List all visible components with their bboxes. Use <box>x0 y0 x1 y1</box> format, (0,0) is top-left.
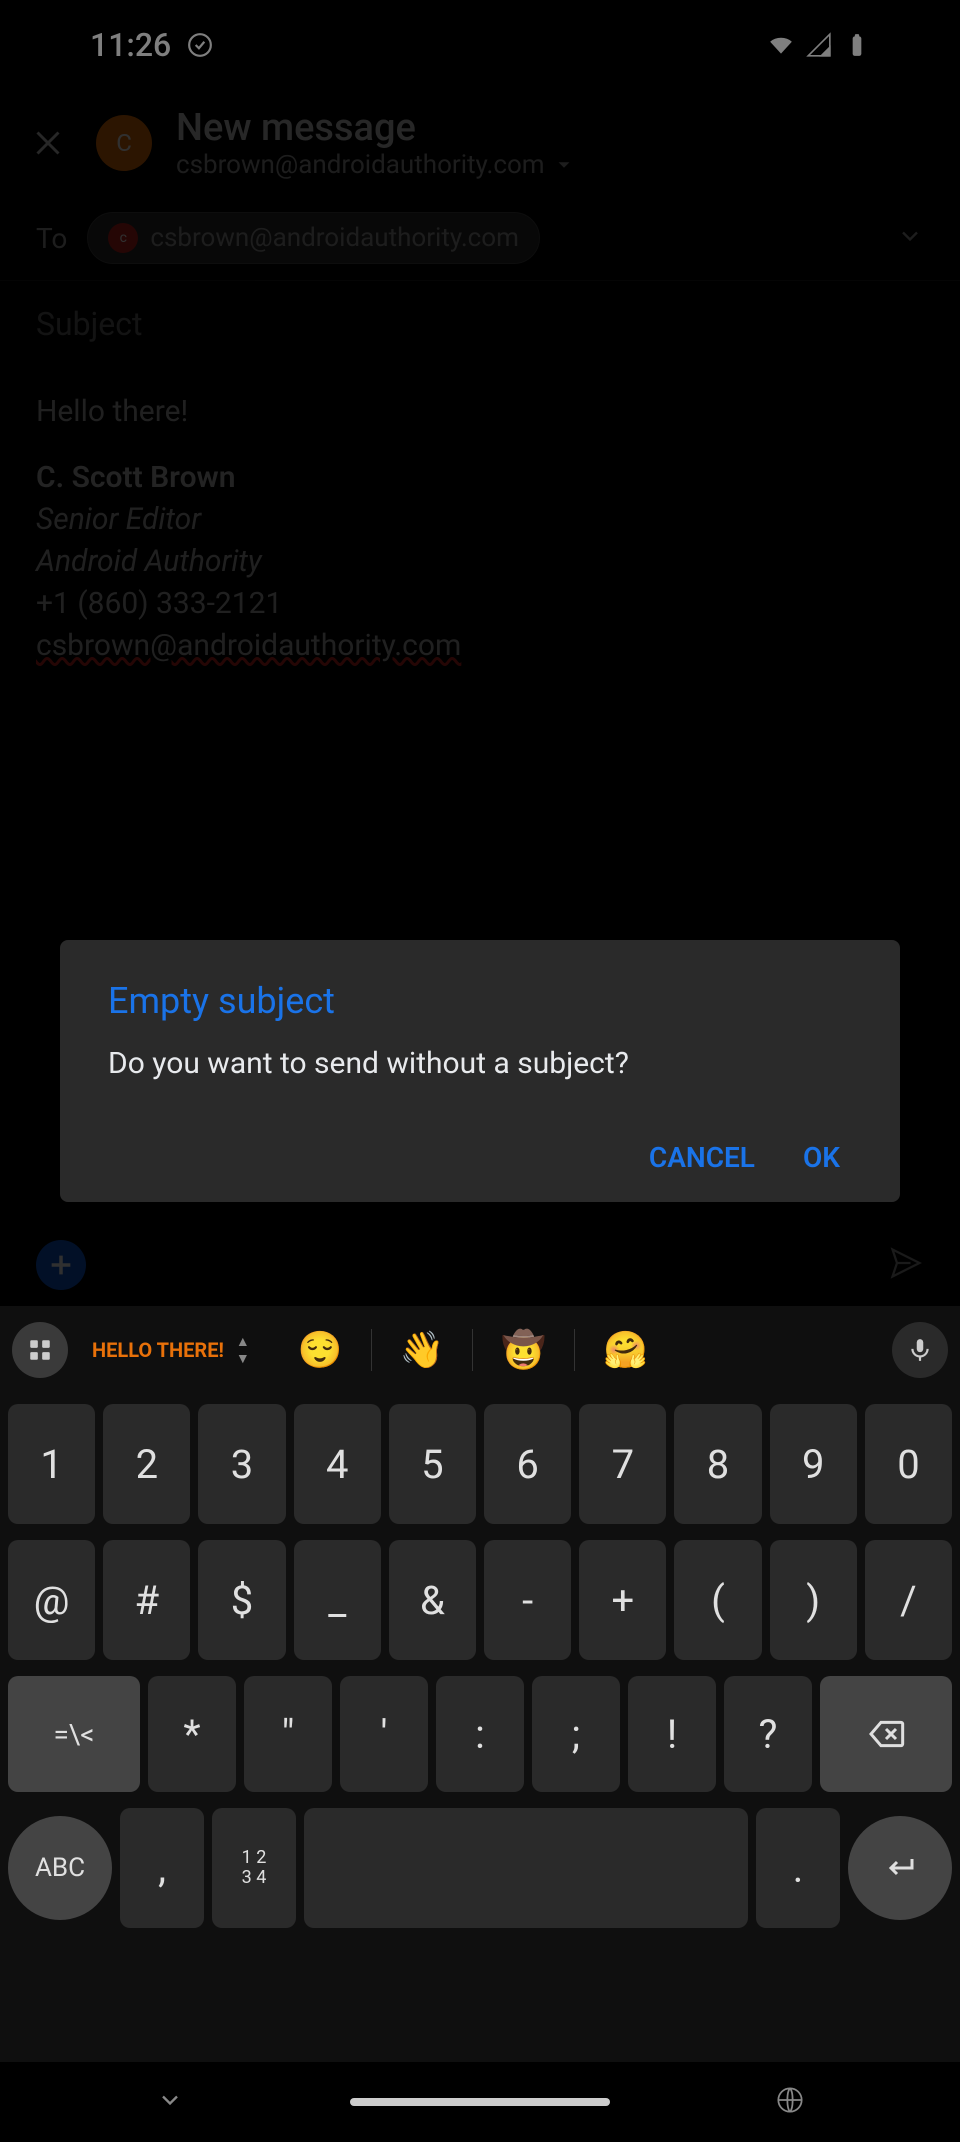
suggestion-arrows[interactable]: ▲▼ <box>236 1333 250 1367</box>
cancel-button[interactable]: CANCEL <box>649 1141 755 1174</box>
key-sym[interactable]: ! <box>628 1676 716 1792</box>
key-sym[interactable]: : <box>436 1676 524 1792</box>
key-symbols[interactable]: =\< <box>8 1676 140 1792</box>
key-sym[interactable]: + <box>579 1540 666 1660</box>
key-sym[interactable]: # <box>103 1540 190 1660</box>
key-sym[interactable]: @ <box>8 1540 95 1660</box>
key-7[interactable]: 7 <box>579 1404 666 1524</box>
key-sym[interactable]: ( <box>674 1540 761 1660</box>
key-space[interactable] <box>304 1808 748 1928</box>
suggestion-bar: HELLO THERE! ▲▼ 😌 👋 🤠 🤗 <box>0 1306 960 1394</box>
key-sym[interactable]: ) <box>770 1540 857 1660</box>
key-8[interactable]: 8 <box>674 1404 761 1524</box>
dialog-title: Empty subject <box>108 980 852 1022</box>
nav-pill[interactable] <box>350 2098 610 2106</box>
key-sym[interactable]: ' <box>340 1676 428 1792</box>
key-sym[interactable]: * <box>148 1676 236 1792</box>
key-sym[interactable]: ; <box>532 1676 620 1792</box>
grid-button[interactable] <box>12 1322 68 1378</box>
emoji-suggestion[interactable]: 🤗 <box>574 1329 676 1371</box>
ok-button[interactable]: OK <box>803 1141 840 1174</box>
keyboard: HELLO THERE! ▲▼ 😌 👋 🤠 🤗 1234567890 @#$_&… <box>0 1306 960 2062</box>
chevron-down-icon <box>156 2086 184 2114</box>
key-5[interactable]: 5 <box>389 1404 476 1524</box>
dialog-message: Do you want to send without a subject? <box>108 1046 852 1081</box>
globe-icon <box>776 2086 804 2114</box>
key-period[interactable]: . <box>756 1808 840 1928</box>
nav-globe[interactable] <box>776 2086 804 2118</box>
confirm-dialog: Empty subject Do you want to send withou… <box>60 940 900 1202</box>
key-3[interactable]: 3 <box>198 1404 285 1524</box>
key-0[interactable]: 0 <box>865 1404 952 1524</box>
key-comma[interactable]: , <box>120 1808 204 1928</box>
nav-bar <box>0 2062 960 2142</box>
key-abc[interactable]: ABC <box>8 1816 112 1920</box>
enter-icon <box>882 1850 918 1886</box>
nav-back[interactable] <box>156 2086 184 2118</box>
key-4[interactable]: 4 <box>294 1404 381 1524</box>
grid-icon <box>27 1337 53 1363</box>
key-enter[interactable] <box>848 1816 952 1920</box>
key-2[interactable]: 2 <box>103 1404 190 1524</box>
key-sym[interactable]: _ <box>294 1540 381 1660</box>
key-sym[interactable]: ? <box>724 1676 812 1792</box>
key-sym[interactable]: & <box>389 1540 476 1660</box>
emoji-suggestion[interactable]: 👋 <box>371 1329 473 1371</box>
suggestion-sticker[interactable]: HELLO THERE! <box>92 1338 224 1362</box>
key-sym[interactable]: - <box>484 1540 571 1660</box>
emoji-suggestion[interactable]: 😌 <box>270 1329 371 1371</box>
key-1[interactable]: 1 <box>8 1404 95 1524</box>
key-6[interactable]: 6 <box>484 1404 571 1524</box>
key-sym[interactable]: " <box>244 1676 332 1792</box>
key-backspace[interactable] <box>820 1676 952 1792</box>
key-sym[interactable]: / <box>865 1540 952 1660</box>
emoji-suggestion[interactable]: 🤠 <box>472 1329 574 1371</box>
key-sym[interactable]: $ <box>198 1540 285 1660</box>
key-9[interactable]: 9 <box>770 1404 857 1524</box>
mic-icon <box>907 1337 933 1363</box>
mic-button[interactable] <box>892 1322 948 1378</box>
key-numpad[interactable]: 1 2 3 4 <box>212 1808 296 1928</box>
backspace-icon <box>866 1714 906 1754</box>
